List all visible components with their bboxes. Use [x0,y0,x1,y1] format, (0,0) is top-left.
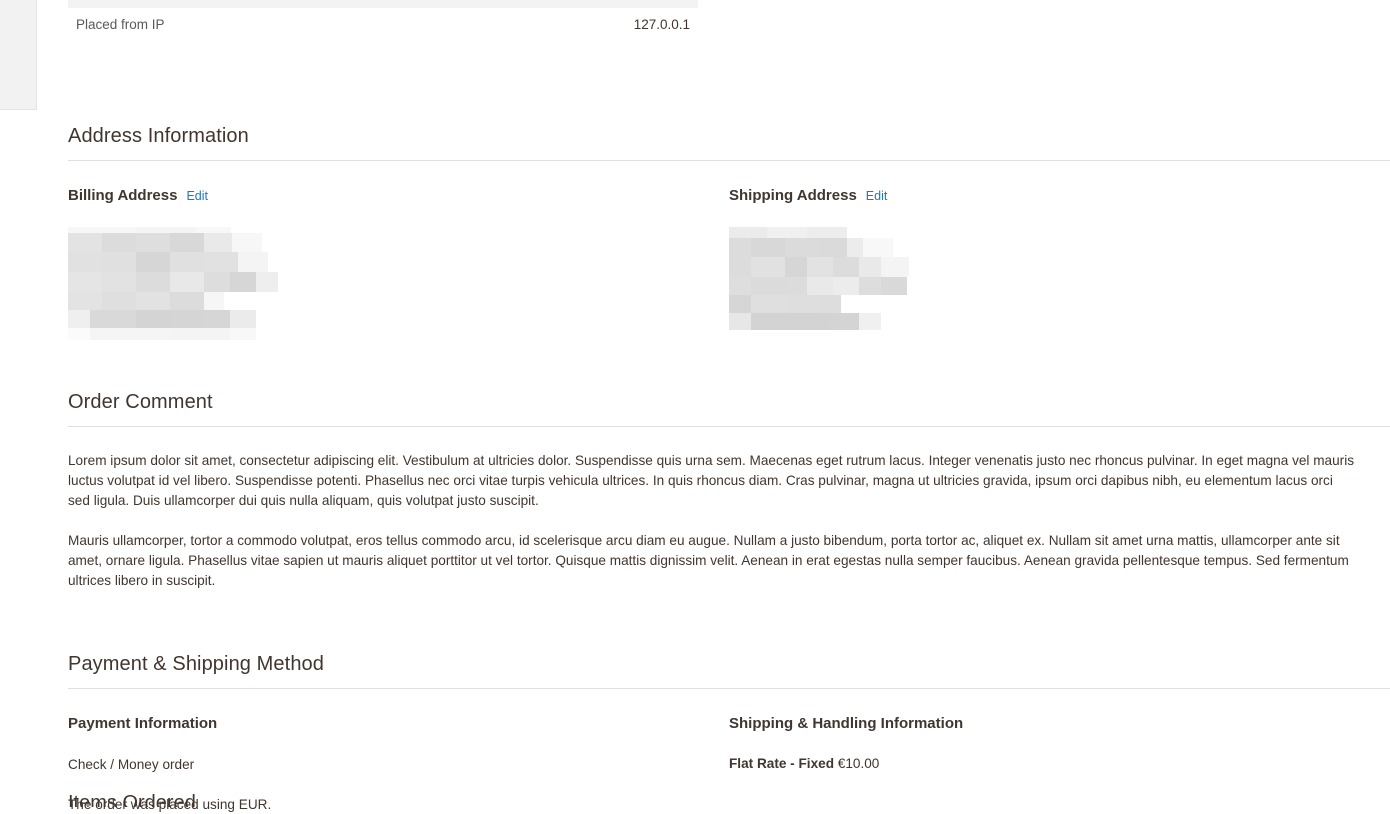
order-view-content: Placed from IP 127.0.0.1 Address Informa… [68,0,1390,814]
order-comment-title: Order Comment [68,391,1390,427]
billing-address-title: Billing Address [68,187,178,204]
band-cell-left [68,0,383,8]
shipping-address-title: Shipping Address [729,187,857,204]
address-information-title: Address Information [68,125,1390,161]
order-information-table: Placed from IP 127.0.0.1 [68,0,698,41]
payment-shipping-section: Payment & Shipping Method Payment Inform… [68,653,1390,814]
shipping-handling-title: Shipping & Handling Information [729,715,964,732]
billing-address-edit-link[interactable]: Edit [186,189,208,203]
payment-method-value: Check / Money order [68,757,195,772]
shipping-address-column: Shipping Address Edit [729,187,1390,331]
address-information-section: Address Information Billing Address Edit [68,125,1390,340]
left-side-panel [0,0,37,110]
shipping-method-name: Flat Rate - Fixed [729,756,834,771]
shipping-handling-column: Shipping & Handling Information Flat Rat… [729,715,1390,814]
shipping-address-edit-link[interactable]: Edit [866,189,888,203]
billing-address-redacted-block [68,227,278,340]
table-row: Placed from IP 127.0.0.1 [68,8,698,41]
billing-address-column: Billing Address Edit [68,187,729,340]
order-comment-paragraph: Mauris ullamcorper, tortor a commodo vol… [68,533,1349,588]
band-cell-right [383,0,698,8]
table-band-row [68,0,698,8]
order-comment-paragraph: Lorem ipsum dolor sit amet, consectetur … [68,453,1355,508]
payment-information-title: Payment Information [68,715,218,732]
placed-from-ip-label: Placed from IP [76,17,165,32]
payment-shipping-columns: Payment Information Check / Money order … [68,715,1390,814]
shipping-address-redacted-block [729,227,929,331]
order-comment-body: Lorem ipsum dolor sit amet, consectetur … [68,451,1390,591]
shipping-method-line: Flat Rate - Fixed €10.00 [729,756,1390,771]
items-ordered-title: Items Ordered [68,792,196,807]
placed-from-ip-value: 127.0.0.1 [633,17,690,32]
address-columns: Billing Address Edit Shipping Address Ed… [68,187,1390,340]
order-comment-section: Order Comment Lorem ipsum dolor sit amet… [68,391,1390,591]
payment-shipping-title: Payment & Shipping Method [68,653,1390,689]
shipping-method-amount: €10.00 [837,756,880,771]
